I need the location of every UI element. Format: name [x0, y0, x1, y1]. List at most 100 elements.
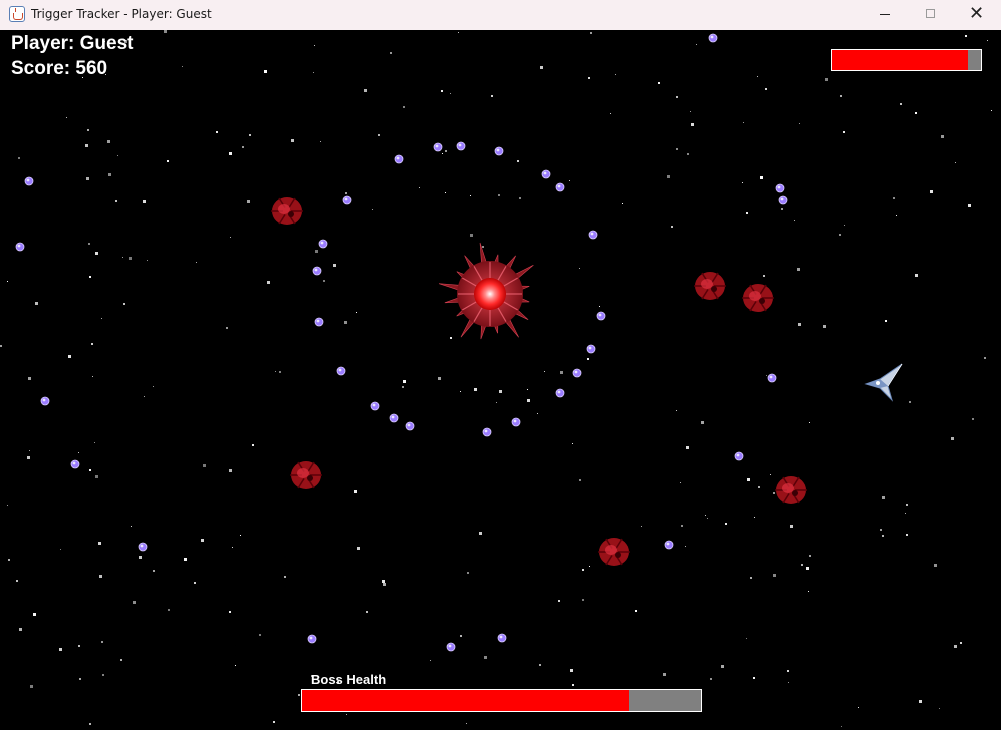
star [676, 96, 678, 98]
star [29, 450, 30, 451]
enemy-group [271, 197, 807, 566]
star [474, 388, 477, 391]
star [479, 532, 482, 535]
spiked-boss-orb [438, 242, 534, 340]
star [941, 135, 944, 138]
score-label: Score: 560 [11, 58, 108, 79]
star [402, 386, 404, 388]
star [92, 376, 93, 377]
star [153, 570, 155, 572]
red-drone-enemy [694, 272, 726, 300]
title-bar[interactable]: Trigger Tracker - Player: Guest ✕ [0, 0, 1001, 30]
star [991, 110, 992, 111]
star [91, 343, 93, 345]
maximize-button[interactable] [908, 0, 954, 30]
star [610, 113, 611, 114]
star [770, 474, 771, 475]
star [226, 327, 228, 329]
star [747, 478, 750, 481]
star [960, 642, 962, 644]
star [275, 371, 276, 372]
enemy-bullet [40, 396, 50, 406]
star [235, 665, 236, 666]
red-drone-enemy [598, 538, 630, 566]
star [313, 72, 314, 73]
star [757, 76, 758, 77]
star [153, 386, 154, 387]
star [582, 599, 584, 601]
star [115, 200, 117, 202]
star [203, 464, 206, 467]
star [765, 88, 767, 90]
star [430, 660, 431, 661]
star [117, 155, 118, 156]
star [766, 375, 767, 376]
star [858, 707, 859, 708]
star [707, 518, 708, 519]
star [122, 257, 123, 258]
star [590, 32, 592, 34]
star [99, 575, 102, 578]
boss-health-fill [302, 690, 630, 711]
star [663, 673, 666, 676]
star [89, 276, 91, 278]
java-cup-icon [9, 6, 25, 22]
star [364, 89, 367, 92]
star [86, 177, 89, 180]
star [107, 140, 110, 143]
star [445, 150, 447, 152]
star [167, 160, 169, 162]
enemy-bullet [314, 317, 324, 327]
star [572, 684, 574, 686]
star [315, 250, 318, 253]
star [579, 479, 581, 481]
star [419, 187, 420, 188]
star [232, 547, 233, 548]
enemy-bullet [541, 169, 551, 179]
enemy-bullet [588, 230, 598, 240]
star [216, 131, 218, 133]
star [252, 444, 254, 446]
star [885, 320, 887, 322]
enemy-bullet [312, 266, 322, 276]
star [930, 190, 933, 193]
star [843, 131, 845, 133]
red-drone-enemy [775, 476, 807, 504]
star [588, 77, 590, 79]
star [906, 504, 908, 506]
boss-core [474, 278, 506, 310]
star [131, 526, 132, 527]
star [356, 312, 357, 313]
star [544, 371, 545, 372]
star [16, 580, 18, 582]
star [951, 437, 954, 440]
star [900, 103, 902, 105]
enemy-bullet [138, 542, 148, 552]
star [291, 139, 294, 142]
star [460, 391, 461, 392]
star [758, 486, 760, 488]
minimize-button[interactable] [862, 0, 908, 30]
star [809, 555, 811, 557]
star [467, 572, 469, 574]
star [66, 117, 67, 118]
star [95, 252, 98, 255]
enemy-bullet [778, 195, 788, 205]
star [7, 505, 8, 506]
star [403, 380, 406, 383]
star [934, 564, 937, 567]
star [896, 215, 897, 216]
close-button[interactable]: ✕ [955, 0, 1001, 30]
star [754, 517, 755, 518]
star [240, 535, 241, 536]
star [882, 496, 885, 499]
star [147, 260, 148, 261]
game-canvas[interactable]: Player: Guest Score: 560 Boss Health [0, 30, 1001, 730]
enemy-bullet [342, 195, 352, 205]
star [496, 402, 497, 403]
star [569, 180, 570, 181]
star [78, 452, 79, 453]
star [823, 325, 826, 328]
star [78, 645, 80, 647]
star [622, 203, 623, 204]
